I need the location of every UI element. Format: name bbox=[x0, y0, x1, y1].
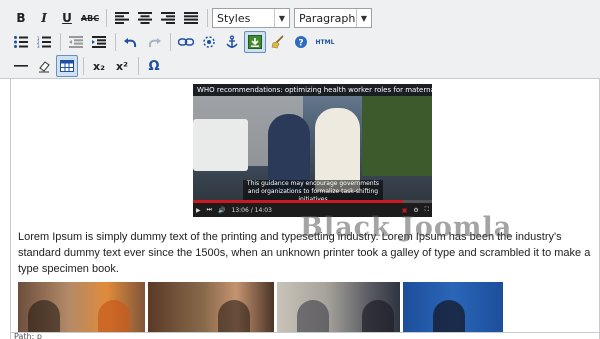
italic-button[interactable]: I bbox=[33, 7, 55, 29]
format-dropdown[interactable]: Paragraph ▼ bbox=[294, 8, 372, 28]
bullet-list-button[interactable] bbox=[10, 31, 32, 53]
strikethrough-button[interactable]: ABC bbox=[79, 7, 101, 29]
editor-status-bar: Path: p bbox=[10, 332, 600, 339]
anchor-icon bbox=[226, 35, 238, 48]
indent-button[interactable] bbox=[88, 31, 110, 53]
editor-toolbar: B I U ABC Styles ▼ Paragraph ▼ 1 2 3 ? H… bbox=[0, 0, 600, 79]
redo-button[interactable] bbox=[143, 31, 165, 53]
align-justify-button[interactable] bbox=[180, 7, 202, 29]
gallery-image[interactable] bbox=[277, 282, 400, 332]
gallery-figure bbox=[218, 300, 250, 332]
outdent-icon bbox=[69, 36, 83, 48]
align-center-icon bbox=[138, 12, 152, 24]
horizontal-rule-icon bbox=[14, 65, 28, 67]
toolbar-separator bbox=[60, 33, 61, 51]
toolbar-row-3: x₂ x² Ω bbox=[10, 54, 166, 78]
chevron-down-icon: ▼ bbox=[356, 9, 371, 27]
play-icon[interactable]: ▶ bbox=[196, 207, 201, 214]
superscript-button[interactable]: x² bbox=[111, 55, 133, 77]
html-source-button[interactable]: HTML bbox=[313, 31, 337, 53]
svg-text:3: 3 bbox=[37, 44, 40, 48]
toolbar-separator bbox=[106, 9, 107, 27]
remove-format-button[interactable] bbox=[33, 55, 55, 77]
rich-text-editor: B I U ABC Styles ▼ Paragraph ▼ 1 2 3 ? H… bbox=[0, 0, 600, 339]
align-left-button[interactable] bbox=[111, 7, 133, 29]
subscript-button[interactable]: x₂ bbox=[88, 55, 110, 77]
watermark-text: Black Joomla bbox=[300, 212, 513, 243]
video-background-trees bbox=[362, 96, 432, 176]
chevron-down-icon: ▼ bbox=[274, 9, 289, 27]
align-justify-icon bbox=[184, 12, 198, 24]
undo-icon bbox=[124, 38, 137, 48]
gallery-figure bbox=[433, 300, 465, 332]
unlink-icon bbox=[203, 36, 215, 48]
toolbar-separator bbox=[115, 33, 116, 51]
image-icon bbox=[248, 35, 262, 49]
undo-button[interactable] bbox=[120, 31, 142, 53]
gallery-figure bbox=[28, 300, 60, 332]
redo-icon bbox=[148, 38, 161, 48]
embedded-video-player[interactable]: WHO recommendations: optimizing health w… bbox=[193, 84, 432, 217]
special-character-button[interactable]: Ω bbox=[143, 55, 165, 77]
image-gallery bbox=[18, 282, 598, 332]
paragraph-line: standard dummy text ever since the 1500s… bbox=[18, 247, 591, 259]
toolbar-row-2: 123 ? HTML bbox=[10, 30, 338, 54]
paragraph-line: type specimen book. bbox=[18, 263, 119, 275]
toolbar-separator bbox=[138, 57, 139, 75]
toolbar-row-1: B I U ABC Styles ▼ Paragraph ▼ bbox=[10, 6, 376, 30]
gallery-figure bbox=[362, 300, 394, 332]
numbered-list-icon: 123 bbox=[37, 36, 51, 48]
video-title: WHO recommendations: optimizing health w… bbox=[193, 84, 432, 96]
gallery-image[interactable] bbox=[148, 282, 274, 332]
underline-button[interactable]: U bbox=[56, 7, 78, 29]
eraser-icon bbox=[39, 61, 50, 73]
table-icon bbox=[60, 60, 74, 72]
gallery-figure bbox=[297, 300, 329, 332]
insert-table-button[interactable] bbox=[56, 55, 78, 77]
indent-icon bbox=[92, 36, 106, 48]
numbered-list-button[interactable]: 123 bbox=[33, 31, 55, 53]
volume-icon[interactable]: 🔊 bbox=[218, 207, 225, 214]
gallery-image[interactable] bbox=[403, 282, 503, 332]
gallery-image[interactable] bbox=[18, 282, 145, 332]
align-right-button[interactable] bbox=[157, 7, 179, 29]
align-center-button[interactable] bbox=[134, 7, 156, 29]
gallery-figure bbox=[98, 300, 130, 332]
broom-icon bbox=[271, 35, 284, 49]
outdent-button[interactable] bbox=[65, 31, 87, 53]
svg-text:?: ? bbox=[298, 39, 303, 49]
help-button[interactable]: ? bbox=[290, 31, 312, 53]
align-left-icon bbox=[115, 12, 129, 24]
toolbar-separator bbox=[207, 9, 208, 27]
help-icon: ? bbox=[295, 36, 307, 49]
bullet-list-icon bbox=[14, 36, 28, 48]
toolbar-separator bbox=[170, 33, 171, 51]
link-icon bbox=[178, 38, 194, 46]
align-right-icon bbox=[161, 12, 175, 24]
styles-dropdown[interactable]: Styles ▼ bbox=[212, 8, 290, 28]
editor-content-area[interactable]: WHO recommendations: optimizing health w… bbox=[10, 78, 598, 332]
video-time: 13:06 / 14:03 bbox=[231, 206, 272, 214]
insert-image-button[interactable] bbox=[244, 31, 266, 53]
toolbar-separator bbox=[83, 57, 84, 75]
cleanup-button[interactable] bbox=[267, 31, 289, 53]
video-car-shape bbox=[193, 119, 248, 171]
next-icon[interactable]: ⏭ bbox=[207, 206, 212, 214]
bold-button[interactable]: B bbox=[10, 7, 32, 29]
unlink-button[interactable] bbox=[198, 31, 220, 53]
horizontal-rule-button[interactable] bbox=[10, 55, 32, 77]
insert-link-button[interactable] bbox=[175, 31, 197, 53]
anchor-button[interactable] bbox=[221, 31, 243, 53]
